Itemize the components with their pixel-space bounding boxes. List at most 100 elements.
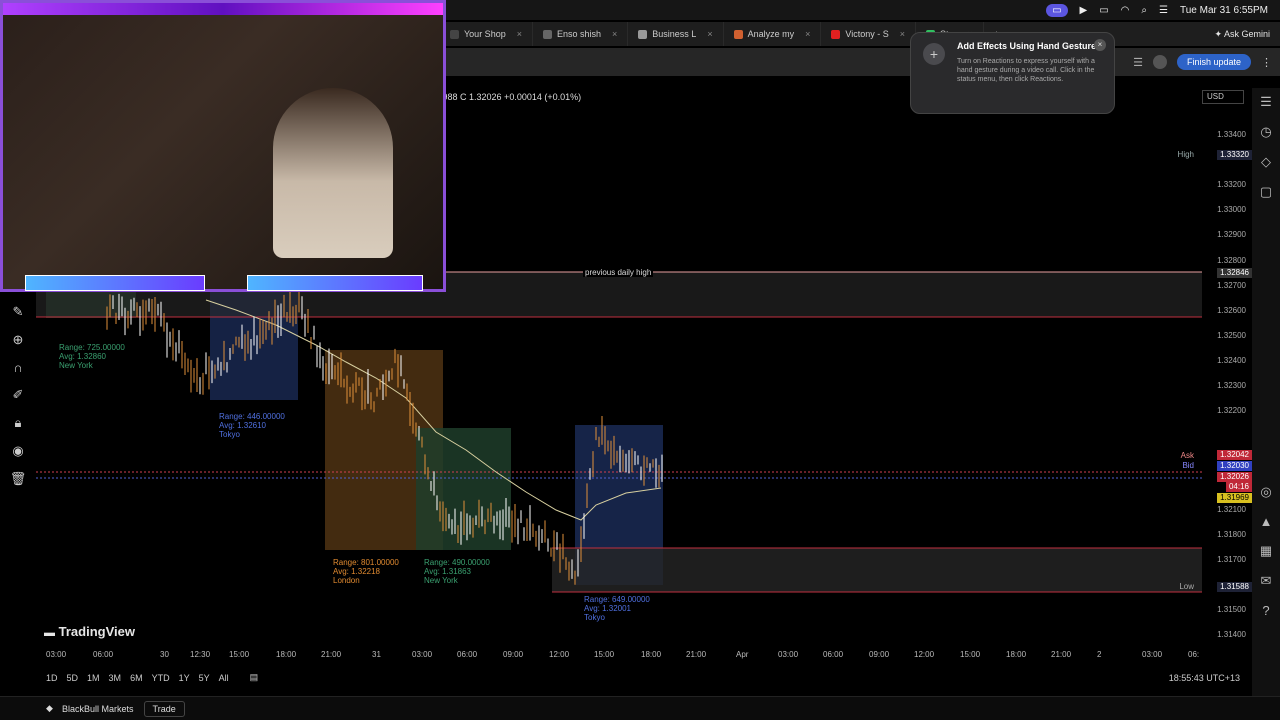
time-tick: 2 [1097,650,1102,659]
finish-update-button[interactable]: Finish update [1176,54,1251,70]
wifi-icon[interactable]: ◠ [1121,5,1130,16]
zone-range: Range: 446.00000 [219,412,285,421]
range-button[interactable]: 1Y [179,673,190,683]
search-icon[interactable]: ⌕ [1141,5,1147,16]
profile-icon[interactable] [1152,55,1167,69]
drawing-toolbar: ✎ ⊕ ∩ ✐ 🔒︎ ◉ 🗑︎ [0,292,36,502]
time-tick: 09:00 [869,650,890,659]
trash-icon[interactable]: 🗑︎ [10,471,27,487]
trade-button[interactable]: Trade [143,700,185,717]
play-icon[interactable]: ▶ [1080,5,1088,16]
right-sidebar: ☰ ◷ ◇ ▢ ◎ ▲ ▦ ✉ ? [1252,88,1280,698]
zone-label-ny2: Range: 490.00000 Avg: 1.31863 New York [424,558,490,585]
zoom-icon[interactable]: ⊕ [13,332,24,348]
pen-icon[interactable]: ✐ [13,387,24,403]
close-tab-icon[interactable]: × [707,29,712,39]
browser-tab[interactable]: Enso shish × [533,22,629,46]
broker-name[interactable]: BlackBull Markets [62,704,134,714]
chart-clock[interactable]: 18:55:43 UTC+13 [1169,673,1240,683]
date-range-icon[interactable]: ▤ [250,672,259,683]
macos-menubar: ▭ ▶ ▭ ◠ ⌕ ☰ Tue Mar 31 6:55PM [440,0,1280,20]
price-tick: 1.33400 [1217,130,1246,139]
tab-label: Enso shish [556,29,602,39]
range-button[interactable]: 3M [109,673,122,683]
calendar-icon[interactable]: ▦ [1260,543,1272,559]
range-button[interactable]: 5D [67,673,79,683]
notification-title: Add Effects Using Hand Gestures [957,41,1102,51]
close-tab-icon[interactable]: × [805,29,810,39]
browser-tab[interactable]: Victony - S × [821,22,916,46]
bid-tag: 1.32030 [1217,461,1252,471]
browser-tab[interactable]: Analyze my × [724,22,822,46]
close-icon[interactable]: × [1094,39,1106,51]
browser-tab[interactable]: Your Shop × [440,22,533,46]
control-center-icon[interactable]: ☰ [1159,5,1168,16]
price-tick: 1.31700 [1217,555,1246,564]
menubar-clock[interactable]: Tue Mar 31 6:55PM [1180,5,1268,16]
last-price-tag: 1.32026 [1217,472,1252,482]
zone-label-london: Range: 801.00000 Avg: 1.32218 London [333,558,399,585]
broker-icon: ◆ [46,703,53,713]
range-button[interactable]: 1M [87,673,100,683]
range-button[interactable]: 1D [46,673,58,683]
alerts-icon[interactable]: ◷ [1260,124,1271,140]
time-tick: 31 [372,650,381,659]
lock-icon[interactable]: 🔒︎ [15,415,22,431]
currency-select[interactable]: USD [1202,90,1244,104]
magnet-icon[interactable]: ∩ [13,360,22,375]
menu-kebab-icon[interactable]: ⋮ [1261,56,1272,69]
zone-avg: Avg: 1.32218 [333,567,381,576]
bottom-bar: ◆ BlackBull Markets Trade [0,696,1280,720]
webcam-frame-top [3,3,443,15]
zone-range: Range: 490.00000 [424,558,490,567]
time-tick: Apr [736,650,749,659]
browser-tab-bar: Your Shop × Enso shish × Business L × Analyze … [440,22,1280,46]
time-tick: 15:00 [960,650,981,659]
layers-icon[interactable]: ◇ [1261,154,1271,170]
help-icon[interactable]: ? [1262,603,1269,618]
ruler-icon[interactable]: ✎ [13,304,24,320]
range-button[interactable]: All [219,673,229,683]
watchlist-icon[interactable]: ☰ [1260,94,1272,110]
time-axis[interactable]: 03:00 06:00 30 12:30 15:00 18:00 21:00 31 03:00 0… [36,650,1216,664]
tab-favicon-icon [542,29,552,39]
notifications-icon[interactable]: ✉ [1261,573,1272,589]
extensions-icon[interactable]: ☰ [1133,56,1143,69]
zone-avg: Avg: 1.32001 [584,604,632,613]
chat-icon[interactable]: ▢ [1260,184,1272,200]
screen-share-icon[interactable]: ▭ [1046,3,1068,17]
zone-avg: Avg: 1.31863 [424,567,472,576]
time-tick: 06:00 [93,650,114,659]
range-button[interactable]: 5Y [199,673,210,683]
price-tick: 1.32300 [1217,381,1246,390]
time-tick: 03:00 [778,650,799,659]
zone-avg: Avg: 1.32860 [59,352,107,361]
close-tab-icon[interactable]: × [900,29,905,39]
tab-label: Analyze my [747,29,795,39]
low-price-tag: 1.31588 [1217,582,1252,592]
time-tick: 06:00 [457,650,478,659]
rocket-icon[interactable]: ▲ [1260,514,1273,529]
reactions-icon: + [923,43,945,65]
close-tab-icon[interactable]: × [517,29,522,39]
time-tick: 03:00 [1142,650,1163,659]
tab-label: Business L [652,29,697,39]
price-axis[interactable]: 1.33400 High 1.33320 1.33200 1.33000 1.3… [1200,110,1252,639]
eye-icon[interactable]: ◉ [12,443,23,459]
browser-tab[interactable]: Business L × [628,22,724,46]
ask-gemini-button[interactable]: ✦ Ask Gemini [1204,29,1280,40]
price-tick: 1.32900 [1217,230,1246,239]
time-tick: 15:00 [229,650,250,659]
zone-range: Range: 649.00000 [584,595,650,604]
low-price-tag-current: 1.31969 [1217,493,1252,503]
battery-icon[interactable]: ▭ [1099,5,1108,16]
time-tick: 21:00 [1051,650,1072,659]
tab-label: Victony - S [845,29,889,39]
close-tab-icon[interactable]: × [612,29,617,39]
time-tick: 03:00 [412,650,433,659]
range-button[interactable]: 6M [130,673,143,683]
range-button[interactable]: YTD [152,673,170,683]
price-tick: 1.32800 [1217,256,1246,265]
target-icon[interactable]: ◎ [1260,484,1271,500]
pdh-annotation: previous daily high [583,268,654,277]
